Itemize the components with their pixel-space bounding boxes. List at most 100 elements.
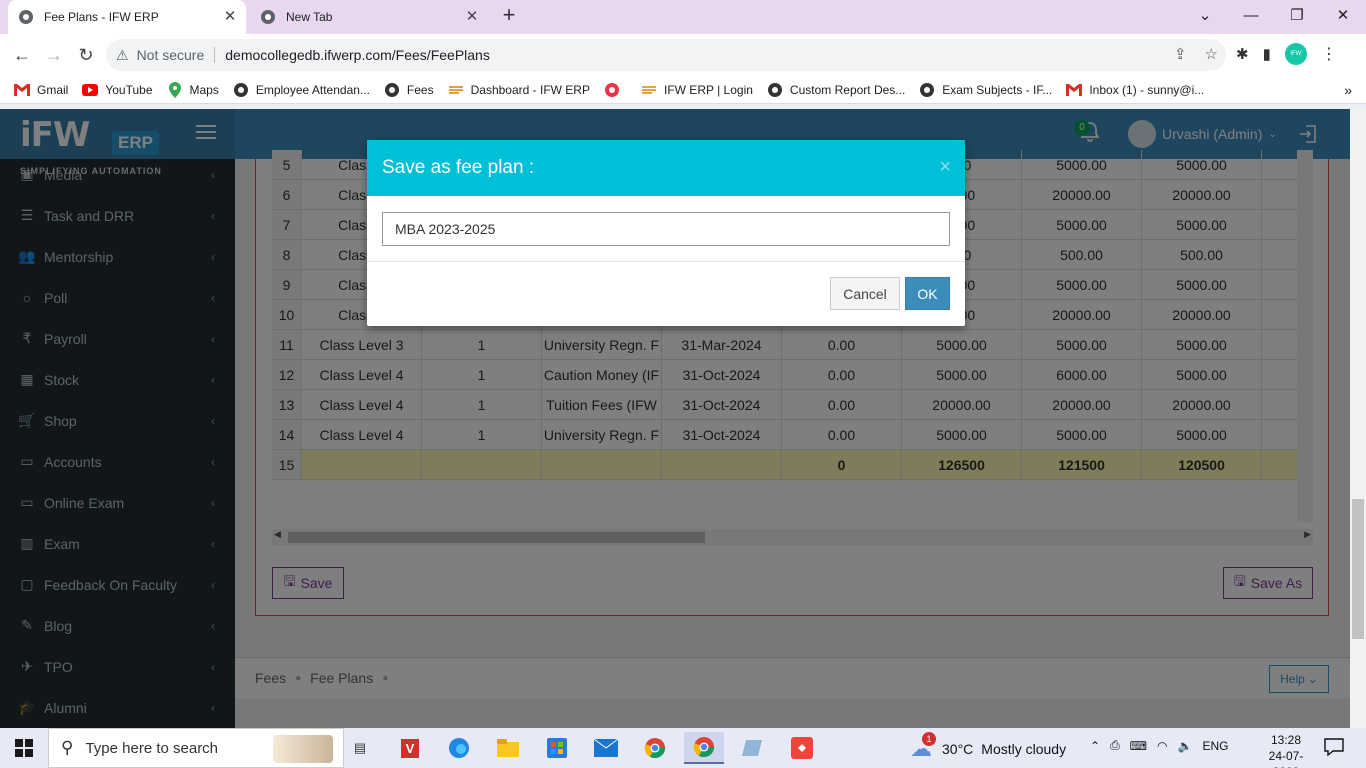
weather-description: Mostly cloudy xyxy=(981,741,1067,757)
ifw-logo-icon xyxy=(448,82,464,98)
bookmark-ifw-login[interactable]: IFW ERP | Login xyxy=(641,82,753,98)
extensions-puzzle-icon[interactable]: ✱ xyxy=(1236,45,1249,63)
dialog-title: Save as fee plan : xyxy=(382,157,535,178)
side-panel-icon[interactable]: ▮ xyxy=(1263,45,1271,63)
clock[interactable]: 13:28 24-07-2023 xyxy=(1256,732,1316,768)
bookmark-star-icon[interactable]: ☆ xyxy=(1205,45,1218,63)
share-icon[interactable]: ⇪ xyxy=(1174,45,1187,63)
reload-button[interactable]: ↻ xyxy=(74,43,98,67)
bookmark-inbox[interactable]: Inbox (1) - sunny@i... xyxy=(1066,82,1204,98)
save-as-fee-plan-dialog: Save as fee plan : × Cancel OK xyxy=(367,140,965,326)
close-tab-icon[interactable]: ✕ xyxy=(222,9,238,25)
start-button[interactable] xyxy=(0,728,48,768)
chevron-up-icon[interactable]: ⌃ xyxy=(1090,739,1100,753)
dialog-header: Save as fee plan : × xyxy=(367,140,965,196)
bookmark-dashboard[interactable]: Dashboard - IFW ERP xyxy=(448,82,590,98)
file-explorer-icon[interactable] xyxy=(488,732,528,764)
clock-date: 24-07-2023 xyxy=(1268,749,1304,768)
notes-app-icon[interactable] xyxy=(733,732,773,764)
warning-icon: ⚠ xyxy=(116,46,129,63)
meet-now-icon[interactable]: ⎙ xyxy=(1110,738,1120,753)
ifw-logo-icon xyxy=(641,82,657,98)
tab-title: New Tab xyxy=(286,10,333,24)
bookmark-label: Employee Attendan... xyxy=(255,82,370,97)
bookmark-label: Exam Subjects - IF... xyxy=(942,82,1053,97)
restore-button[interactable]: ❐ xyxy=(1274,0,1320,30)
volume-icon[interactable]: 🔈 xyxy=(1177,739,1192,753)
tab-title: Fee Plans - IFW ERP xyxy=(44,10,159,24)
bookmark-label: Dashboard - IFW ERP xyxy=(470,82,590,97)
chrome-profile-icon[interactable] xyxy=(684,732,724,764)
target-icon xyxy=(604,82,620,98)
clock-time: 13:28 xyxy=(1270,733,1302,747)
close-icon[interactable]: × xyxy=(939,156,951,179)
fee-plan-name-input[interactable] xyxy=(382,212,950,246)
bookmark-fees[interactable]: Fees xyxy=(384,82,434,98)
bookmark-custom-report[interactable]: Custom Report Des... xyxy=(767,82,905,98)
cloud-icon: ☁ 1 xyxy=(910,732,936,762)
omnibox-actions: ⇪ ☆ xyxy=(1174,45,1218,63)
new-tab-button[interactable]: + xyxy=(498,4,520,27)
gmail-icon xyxy=(14,82,30,98)
bookmark-maps[interactable]: Maps xyxy=(167,81,219,98)
anydesk-icon[interactable] xyxy=(782,732,822,764)
tab-fee-plans[interactable]: Fee Plans - IFW ERP ✕ xyxy=(8,0,246,34)
minimize-button[interactable]: — xyxy=(1228,0,1274,30)
bookmark-label: IFW ERP | Login xyxy=(663,82,753,97)
tab-search-icon[interactable]: ⌄ xyxy=(1182,0,1228,30)
windows-taskbar: ⚲ Type here to search ▤ V ☁ 1 30°C Mostl… xyxy=(0,728,1366,768)
language-indicator[interactable]: ENG xyxy=(1202,739,1228,753)
app-red-v-icon[interactable]: V xyxy=(390,732,430,764)
scrollbar-thumb[interactable] xyxy=(1352,499,1364,639)
url-text: democollegedb.ifwerp.com/Fees/FeePlans xyxy=(225,47,490,63)
back-button[interactable]: ← xyxy=(10,43,34,67)
chrome-icon[interactable] xyxy=(635,732,675,764)
search-icon: ⚲ xyxy=(61,738,74,757)
bookmark-red-icon[interactable] xyxy=(604,82,627,98)
globe-icon xyxy=(919,82,935,98)
address-bar[interactable]: ⚠ Not secure democollegedb.ifwerp.com/Fe… xyxy=(106,39,1226,71)
more-bookmarks-icon[interactable]: » xyxy=(1344,82,1352,98)
weather-widget[interactable]: ☁ 1 30°C Mostly cloudy xyxy=(910,732,1067,762)
globe-icon xyxy=(384,82,400,98)
bookmark-label: Custom Report Des... xyxy=(789,82,906,97)
divider xyxy=(367,261,965,262)
youtube-icon xyxy=(82,82,99,98)
forward-button[interactable]: → xyxy=(42,43,66,67)
bookmark-gmail[interactable]: Gmail xyxy=(14,82,68,98)
bookmark-label: Fees xyxy=(406,82,434,97)
notifications-icon[interactable] xyxy=(1324,738,1344,758)
globe-icon xyxy=(18,9,34,25)
weather-alert-badge: 1 xyxy=(922,732,936,746)
ok-button[interactable]: OK xyxy=(905,277,950,310)
bookmark-employee-attendance[interactable]: Employee Attendan... xyxy=(233,82,370,98)
search-highlight-icon xyxy=(273,735,333,763)
task-view-icon[interactable]: ▤ xyxy=(340,732,380,764)
divider xyxy=(214,47,216,63)
not-secure-label: Not secure xyxy=(136,47,205,63)
wifi-icon[interactable]: ◠ xyxy=(1157,739,1167,753)
profile-avatar[interactable]: IFW xyxy=(1284,43,1307,65)
extensions-area: ✱ ▮ IFW ⋮ xyxy=(1236,43,1337,65)
bookmark-label: Maps xyxy=(189,82,219,97)
chrome-menu-icon[interactable]: ⋮ xyxy=(1321,44,1337,64)
gmail-icon xyxy=(1066,82,1083,98)
address-bar-row: ← → ↻ ⚠ Not secure democollegedb.ifwerp.… xyxy=(0,34,1366,76)
bookmark-label: Inbox (1) - sunny@i... xyxy=(1089,82,1205,97)
close-tab-icon[interactable]: ✕ xyxy=(464,9,480,25)
page-vertical-scrollbar[interactable] xyxy=(1350,109,1366,728)
tab-new-tab[interactable]: New Tab ✕ xyxy=(250,0,488,34)
maps-pin-icon xyxy=(167,81,183,98)
edge-browser-icon[interactable] xyxy=(439,732,479,764)
bookmark-youtube[interactable]: YouTube xyxy=(82,82,153,98)
temperature: 30°C xyxy=(942,741,974,757)
close-window-button[interactable]: ✕ xyxy=(1320,0,1366,30)
store-icon[interactable] xyxy=(537,732,577,764)
mail-icon[interactable] xyxy=(586,732,626,764)
not-secure-indicator[interactable]: ⚠ Not secure xyxy=(116,47,204,64)
taskbar-search[interactable]: ⚲ Type here to search xyxy=(48,728,344,768)
input-method-icon[interactable]: ⌨ xyxy=(1130,739,1147,753)
cancel-button[interactable]: Cancel xyxy=(830,277,900,310)
windows-logo-icon xyxy=(15,739,33,757)
bookmark-exam-subjects[interactable]: Exam Subjects - IF... xyxy=(919,82,1052,98)
